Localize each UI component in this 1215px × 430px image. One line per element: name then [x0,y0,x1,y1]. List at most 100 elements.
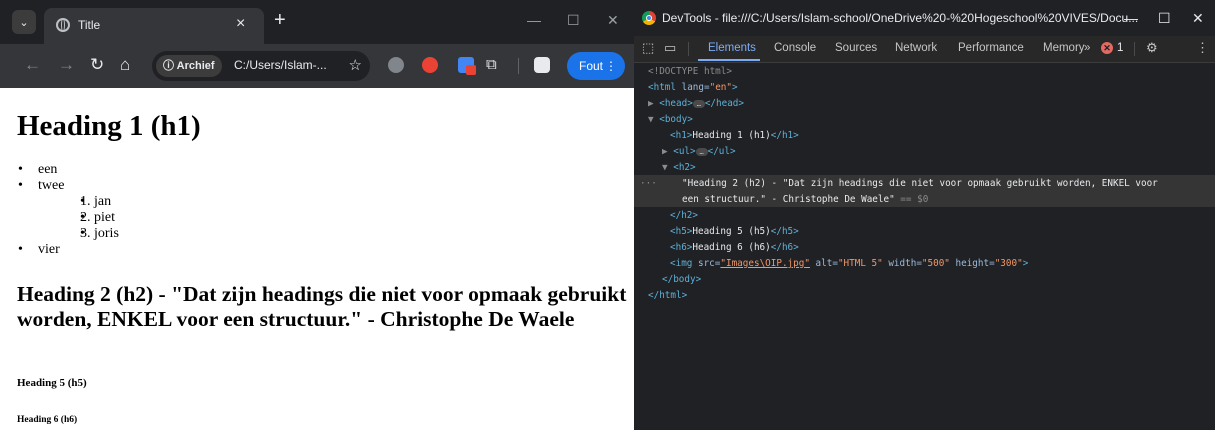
reload-icon[interactable]: ↻ [90,55,104,75]
list-item: 2. piet [80,210,119,226]
url-text[interactable]: C:/Users/Islam-... [234,58,327,72]
doctype-text: <!DOCTYPE html> [648,66,732,77]
tag-name: </html> [648,290,688,301]
tag-name: </head> [704,98,744,109]
inspect-element-icon[interactable]: ⬚ [642,40,654,56]
tag-name: </body> [662,274,702,285]
minimize-icon[interactable]: — [527,12,541,28]
tag-name: </h2> [670,210,698,221]
browser-tab[interactable]: Title × [44,8,264,44]
dom-ul-node[interactable]: ▶ <ul>… </ul> [662,144,736,160]
dom-html-node[interactable]: <html lang="en"> [648,80,738,96]
tag-name: <ul> [673,146,696,157]
dom-doctype[interactable]: <!DOCTYPE html> [648,64,732,80]
maximize-icon[interactable]: ☐ [567,12,580,29]
tag-name: </h5> [770,226,799,237]
attr-link[interactable]: "Images\OIP.jpg" [720,258,810,269]
close-window-icon[interactable]: ✕ [607,12,619,29]
attr-name: width= [882,258,922,269]
error-count[interactable]: 1 [1117,42,1123,54]
error-icon[interactable]: ✕ [1101,42,1113,54]
tab-performance[interactable]: Performance [958,42,1024,54]
bookmark-star-icon[interactable]: ☆ [349,56,362,74]
more-options-icon[interactable]: ⋮ [1196,40,1209,56]
tag-end: > [1022,258,1029,269]
expand-triangle-icon[interactable]: ▶ [662,146,668,157]
dom-body-node[interactable]: ▼ <body> [648,112,693,128]
collapse-triangle-icon[interactable]: ▼ [662,162,668,173]
browser-toolbar: ← → ↻ ⌂ ⓘ Archief C:/Users/Islam-... ☆ ⧉… [0,44,634,88]
tag-name: <body> [659,114,693,125]
heading-5: Heading 5 (h5) [17,377,87,389]
kebab-menu-icon[interactable]: ⋮ [605,52,617,80]
profile-error-label: Fout [579,59,604,73]
node-text: "Heading 2 (h2) - "Dat zijn headings die… [682,178,1158,189]
tab-sources[interactable]: Sources [835,42,877,54]
selected-var: == $0 [894,194,929,205]
extension-red-icon[interactable] [422,57,438,73]
dom-h6-node[interactable]: <h6>Heading 6 (h6)</h6> [670,240,799,256]
dom-img-node[interactable]: <img src="Images\OIP.jpg" alt="HTML 5" w… [670,256,1028,272]
collapse-triangle-icon[interactable]: ▼ [648,114,654,125]
settings-gear-icon[interactable]: ⚙ [1146,40,1158,56]
attr-value: "HTML 5" [837,258,883,269]
numbered-list: 1. jan 2. piet 3. joris [38,194,119,242]
close-tab-icon[interactable]: × [236,15,245,33]
dom-h1-node[interactable]: <h1>Heading 1 (h1)</h1> [670,128,799,144]
bullet-list: een twee 1. jan 2. piet 3. joris vier [18,162,119,258]
dom-h2-text-line2[interactable]: een structuur." - Christophe De Waele" =… [682,192,928,208]
extension-gray-icon[interactable] [388,57,404,73]
list-item-label: twee [38,178,65,193]
address-bar[interactable]: ⓘ Archief C:/Users/Islam-... ☆ [152,51,370,81]
tag-name: <h6> [670,242,693,253]
dom-selected-dots-icon[interactable]: ··· [640,176,657,192]
expand-triangle-icon[interactable]: ▶ [648,98,654,109]
toolbar-divider [518,58,519,74]
device-toolbar-icon[interactable]: ▭ [664,40,676,56]
more-tabs-icon[interactable]: » [1084,42,1090,54]
collapsed-ellipsis-icon[interactable]: … [695,147,708,156]
tab-title: Title [78,18,101,32]
minimize-icon[interactable]: — [1124,10,1138,26]
back-arrow-icon[interactable]: ← [24,55,41,75]
tag-name: <h2> [673,162,696,173]
profile-extension-icon[interactable] [534,57,550,73]
dom-html-close[interactable]: </html> [648,288,687,304]
home-icon[interactable]: ⌂ [120,55,130,75]
list-item: vier [18,242,119,258]
dom-h2-close[interactable]: </h2> [670,208,698,224]
collapsed-ellipsis-icon[interactable]: … [692,99,705,108]
tag-name: <h5> [670,226,693,237]
attr-name: src= [692,258,721,269]
devtools-title: DevTools - file:///C:/Users/Islam-school… [662,11,1139,25]
list-item: 3. joris [80,226,119,242]
toolbar-divider [688,42,689,56]
devtools-tabbar: ⬚ ▭ Elements Console Sources Network Per… [634,36,1215,63]
forward-arrow-icon[interactable]: → [58,55,75,75]
dom-head-node[interactable]: ▶ <head>… </head> [648,96,744,112]
page-content: Heading 1 (h1) een twee 1. jan 2. piet 3… [0,88,634,430]
attr-name: lang= [676,82,710,93]
dom-h2-text-line1[interactable]: "Heading 2 (h2) - "Dat zijn headings die… [682,176,1158,192]
list-item: 1. jan [80,194,119,210]
maximize-icon[interactable]: ☐ [1158,10,1171,27]
dom-h5-node[interactable]: <h5>Heading 5 (h5)</h5> [670,224,799,240]
browser-window: ⌄ Title × + — ☐ ✕ ← → ↻ ⌂ ⓘ Archief C:/U… [0,0,634,430]
devtools-titlebar: DevTools - file:///C:/Users/Islam-school… [634,0,1215,36]
tab-search-chevron-icon[interactable]: ⌄ [12,10,36,34]
tab-network[interactable]: Network [895,42,937,54]
attr-name: alt= [809,258,838,269]
tab-elements[interactable]: Elements [708,42,756,54]
puzzle-extensions-icon[interactable]: ⧉ [486,55,497,75]
tab-console[interactable]: Console [774,42,816,54]
site-info-chip[interactable]: ⓘ Archief [156,55,222,77]
close-window-icon[interactable]: ✕ [1192,10,1204,27]
dom-h2-node[interactable]: ▼ <h2> [662,160,696,176]
tab-memory[interactable]: Memory [1043,42,1085,54]
node-text: Heading 1 (h1) [692,130,771,141]
new-tab-icon[interactable]: + [274,10,286,30]
profile-error-button[interactable]: Fout ⋮ [567,52,625,80]
tag-name: <html [648,82,676,93]
tag-name: </ul> [707,146,736,157]
dom-body-close[interactable]: </body> [662,272,701,288]
